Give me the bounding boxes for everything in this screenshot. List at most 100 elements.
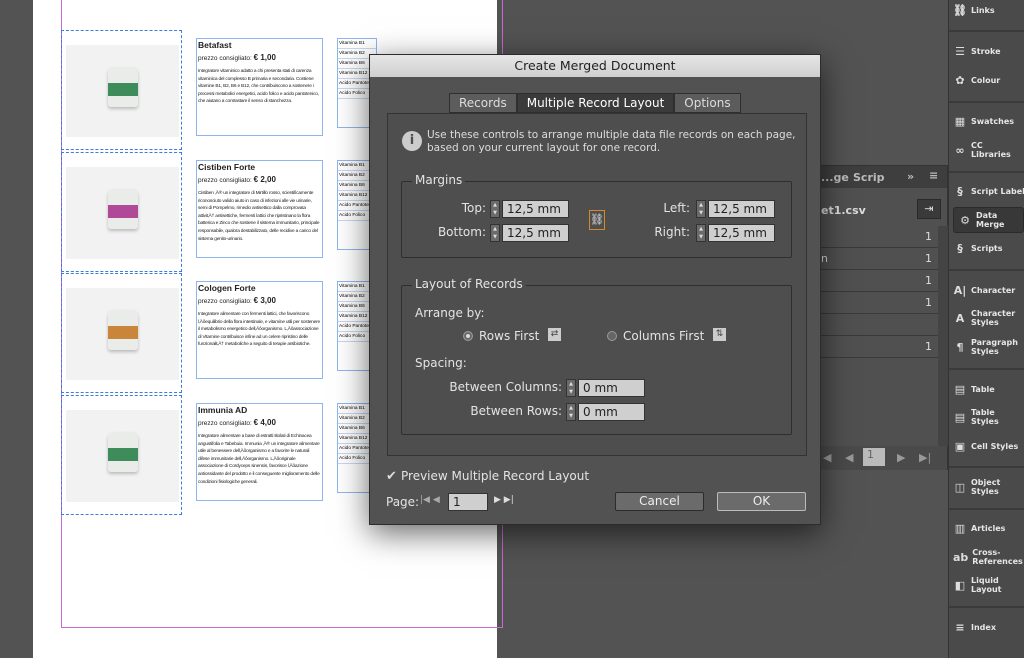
product-image-frame[interactable]: [61, 273, 182, 393]
layout-of-records-group: Layout of Records Arrange by: Rows First…: [401, 277, 792, 435]
rows-first-label[interactable]: Rows First: [479, 329, 539, 343]
right-panel-dock: ⛓ Links ☰ Stroke ✿ Colour ▦ Swatches ∞ CC Librari…: [948, 0, 1024, 658]
chain-link-icon[interactable]: ⛓: [589, 210, 605, 230]
arrange-by-label: Arrange by:: [415, 306, 485, 320]
next-page-icon[interactable]: ▶ ▶|: [494, 495, 514, 505]
product-description: Cistiben ‚Ä® un integratore di Mirtillo …: [198, 191, 320, 242]
bottom-stepper[interactable]: ▲ ▼: [490, 224, 500, 242]
tab-multiple-record-layout[interactable]: Multiple Record Layout: [516, 93, 675, 113]
panel-item-index[interactable]: ≡ Index: [949, 614, 1024, 640]
product-text-frame[interactable]: Cologen Forte prezzo consigliato: € 3,00…: [196, 281, 323, 379]
rows-first-icon: ⇄: [548, 328, 561, 341]
panel-item-label: Cross-References: [972, 548, 1023, 566]
product-text-frame[interactable]: Betafast prezzo consigliato: € 1,00 Inte…: [196, 38, 323, 136]
panel-item-scripts[interactable]: § Scripts: [949, 235, 1024, 261]
between-rows-field[interactable]: 0 mm: [578, 403, 645, 421]
panel-item-object-styles[interactable]: ◫ Object Styles: [949, 474, 1024, 500]
create-merged-document-icon[interactable]: ⇥: [917, 199, 941, 219]
product-image-frame[interactable]: [61, 152, 182, 272]
product-image-frame[interactable]: [61, 395, 182, 515]
cancel-button[interactable]: Cancel: [615, 492, 704, 511]
panel-item-colour[interactable]: ✿ Colour: [949, 67, 1024, 93]
panel-item-cc-libraries[interactable]: ∞ CC Libraries: [949, 137, 1024, 163]
panel-item-label: Table: [971, 384, 995, 394]
bottom-margin-field[interactable]: 12,5 mm: [502, 224, 569, 242]
left-margin-field[interactable]: 12,5 mm: [708, 200, 775, 218]
panel-item-script-label[interactable]: § Script Label: [949, 178, 1024, 204]
columns-first-radio[interactable]: [607, 331, 617, 341]
panel-item-data-merge[interactable]: ⚙ Data Merge: [953, 207, 1024, 233]
panel-item-character[interactable]: A| Character: [949, 277, 1024, 303]
last-record-icon[interactable]: ▶|: [919, 451, 931, 464]
panel-item-articles[interactable]: ▥ Articles: [949, 515, 1024, 541]
panel-item-table-styles[interactable]: ▤ Table Styles: [949, 404, 1024, 430]
right-label: Right:: [654, 225, 690, 239]
page-field[interactable]: 1: [448, 493, 488, 511]
preview-checkbox[interactable]: ✔: [386, 469, 397, 484]
panel-item-cross-references[interactable]: ab Cross-References: [949, 544, 1024, 570]
product-jar: [108, 432, 138, 472]
tab-data-merge[interactable]: ...ge: [821, 171, 849, 184]
between-columns-field[interactable]: 0 mm: [578, 379, 645, 397]
tab-records[interactable]: Records: [449, 93, 517, 113]
data-field-row[interactable]: 1: [819, 292, 938, 314]
panel-item-label: Stroke: [971, 46, 1001, 56]
prev-record-icon[interactable]: ◀: [845, 451, 853, 464]
panel-item-stroke[interactable]: ☰ Stroke: [949, 38, 1024, 64]
between-rows-stepper[interactable]: ▲ ▼: [566, 403, 576, 421]
preview-label[interactable]: Preview Multiple Record Layout: [401, 469, 589, 483]
panel-item-character-styles[interactable]: A Character Styles: [949, 305, 1024, 331]
ok-button[interactable]: OK: [717, 492, 806, 511]
columns-first-label[interactable]: Columns First: [623, 329, 704, 343]
create-merged-document-dialog: Create Merged Document Records Multiple …: [369, 54, 821, 525]
panel-expand-icon[interactable]: »: [907, 170, 914, 183]
columns-first-icon: ⇅: [713, 328, 726, 341]
tab-options[interactable]: Options: [674, 93, 741, 113]
product-text-frame[interactable]: Cistiben Forte prezzo consigliato: € 2,0…: [196, 160, 323, 258]
margins-label: Margins: [412, 173, 466, 187]
first-page-icon[interactable]: |◀ ◀: [420, 495, 440, 505]
product-name: Cistiben Forte: [198, 162, 256, 172]
tab-script[interactable]: Scrip: [853, 171, 885, 184]
product-name: Immunia AD: [198, 405, 248, 415]
product-text-frame[interactable]: Immunia AD prezzo consigliato: € 4,00 In…: [196, 403, 323, 501]
top-stepper[interactable]: ▲ ▼: [490, 200, 500, 218]
right-margin-field[interactable]: 12,5 mm: [708, 224, 775, 242]
left-stepper[interactable]: ▲ ▼: [696, 200, 706, 218]
data-field-row[interactable]: 1: [819, 226, 938, 248]
table-styles-icon: ▤: [954, 410, 966, 424]
data-merge-panel: ...ge Scrip » ≡ et1.csv ⇥ 1n1111 ◀ ◀ 1 ▶…: [818, 165, 948, 470]
data-field-row[interactable]: n1: [819, 248, 938, 270]
panel-item-links[interactable]: ⛓ Links: [949, 0, 1024, 23]
panel-item-label: Colour: [971, 75, 1001, 85]
rows-first-radio[interactable]: [463, 331, 473, 341]
panel-item-cell-styles[interactable]: ▣ Cell Styles: [949, 433, 1024, 459]
first-record-icon[interactable]: ◀: [823, 451, 831, 464]
panel-item-label: Character: [971, 285, 1016, 295]
product-image-frame[interactable]: [61, 30, 182, 150]
product-photo: [66, 288, 179, 380]
panel-item-paragraph-styles[interactable]: ¶ Paragraph Styles: [949, 334, 1024, 360]
price-line: prezzo consigliato: € 4,00: [198, 418, 321, 427]
panel-item-table[interactable]: ▤ Table: [949, 376, 1024, 402]
product-description: Integratore alimentare a base di estratt…: [198, 434, 320, 485]
cell-styles-icon: ▣: [954, 439, 966, 453]
right-stepper[interactable]: ▲ ▼: [696, 224, 706, 242]
panel-item-liquid-layout[interactable]: ◧ Liquid Layout: [949, 572, 1024, 598]
data-field-row[interactable]: 1: [819, 336, 938, 358]
between-columns-stepper[interactable]: ▲ ▼: [566, 379, 576, 397]
product-jar: [108, 67, 138, 107]
price-label: prezzo consigliato:: [198, 177, 252, 184]
panel-item-swatches[interactable]: ▦ Swatches: [949, 108, 1024, 134]
product-photo: [66, 45, 179, 137]
script-label-icon: §: [957, 184, 963, 198]
record-number-field[interactable]: 1: [863, 448, 885, 466]
next-record-icon[interactable]: ▶: [897, 451, 905, 464]
panel-item-label: Scripts: [971, 243, 1003, 253]
data-field-row[interactable]: 1: [819, 270, 938, 292]
top-margin-field[interactable]: 12,5 mm: [502, 200, 569, 218]
character-styles-icon: A: [955, 311, 965, 325]
scrollbar[interactable]: [938, 226, 948, 446]
panel-menu-icon[interactable]: ≡: [929, 169, 938, 182]
data-field-row[interactable]: [819, 314, 938, 336]
